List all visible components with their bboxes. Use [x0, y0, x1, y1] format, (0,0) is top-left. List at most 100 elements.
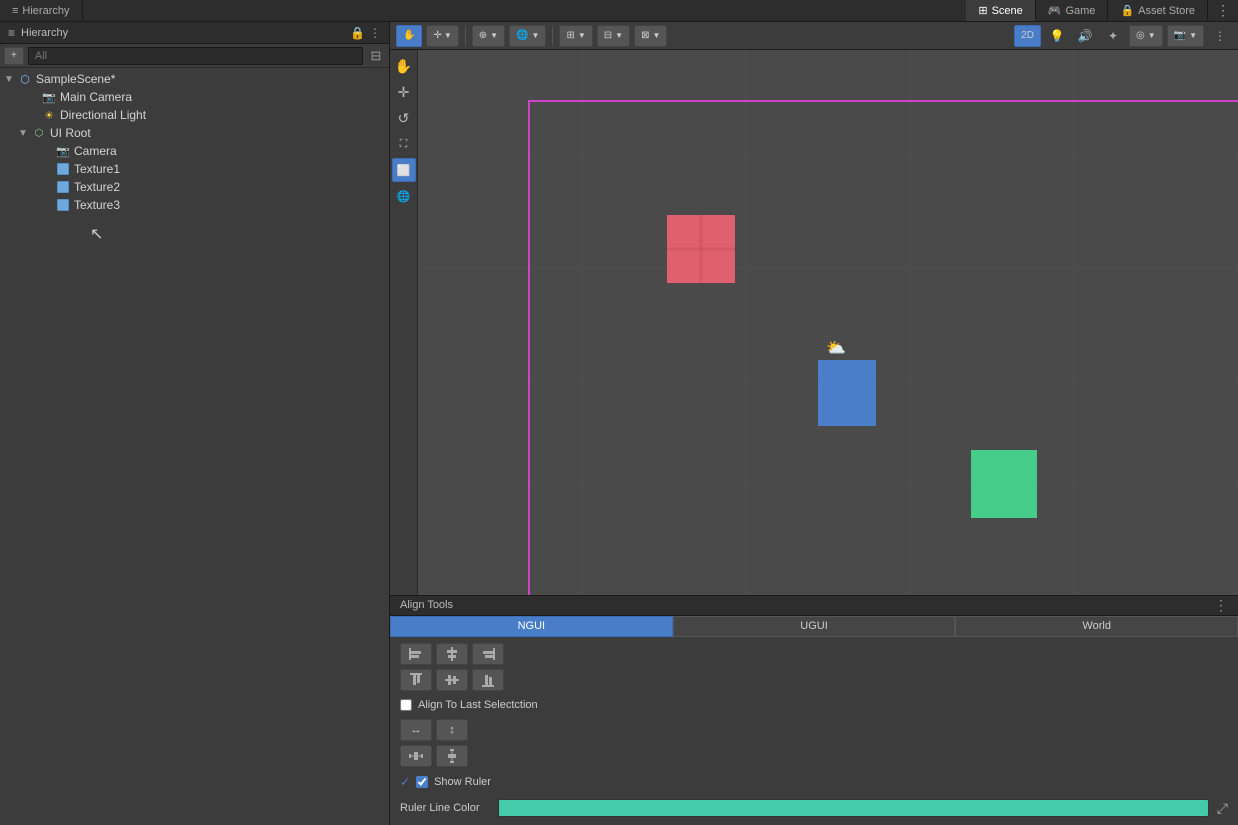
tab-scene[interactable]: ⊞ Scene — [966, 0, 1035, 21]
tab-hierarchy[interactable]: ≡ Hierarchy — [0, 0, 83, 21]
distribute-h-btn[interactable]: ↔ — [400, 719, 432, 741]
tb-btn-light[interactable]: 💡 — [1045, 25, 1069, 47]
spacing-h-btn[interactable] — [400, 745, 432, 767]
light-toggle-icon: 💡 — [1049, 29, 1064, 43]
distribute-row: ↔ ↕ — [400, 719, 1228, 741]
show-ruler-row: ✓ Show Ruler — [400, 771, 1228, 793]
spacing-v-btn[interactable] — [436, 745, 468, 767]
align-center-h-icon — [444, 646, 460, 662]
tree-item-uiroot[interactable]: ▼ ⬡ UI Root — [0, 124, 389, 142]
scene-view[interactable]: ⛅ — [418, 50, 1238, 595]
align-left-btn[interactable] — [400, 643, 432, 665]
tool-hand[interactable]: ✋ — [392, 54, 416, 78]
uiroot-icon: ⬡ — [32, 126, 46, 140]
tb-btn-snap[interactable]: ⊞ ▼ — [559, 25, 592, 47]
tb-btn-hide[interactable]: ◎ ▼ — [1129, 25, 1163, 47]
hide-chevron: ▼ — [1148, 31, 1156, 40]
show-ruler-label: Show Ruler — [434, 776, 491, 788]
scene-grid-icon: ⊞ — [978, 4, 987, 17]
label-camera: Camera — [74, 144, 117, 158]
align-center-v-btn[interactable] — [436, 669, 468, 691]
scene-texture1-box[interactable] — [667, 215, 735, 283]
scene-texture3-box[interactable] — [971, 450, 1037, 518]
tree-item-texture1[interactable]: ▶ Texture1 — [0, 160, 389, 178]
tool-rect[interactable]: ⬜ — [392, 158, 416, 182]
move-handle-icon: ⛅ — [826, 338, 846, 358]
align-tools-menu-icon[interactable]: ⋮ — [1214, 597, 1228, 614]
ruler-color-bar[interactable] — [498, 799, 1209, 817]
tool-move[interactable]: ✛ — [392, 80, 416, 104]
tab-assetstore[interactable]: 🔒 Asset Store — [1108, 0, 1208, 21]
hierarchy-layout-icon[interactable]: ⊟ — [367, 48, 385, 64]
hierarchy-lock-icon[interactable]: 🔒 — [350, 26, 365, 40]
align-tools-title: Align Tools — [400, 599, 1214, 611]
tb-btn-move[interactable]: ✛ ▼ — [426, 25, 458, 47]
hierarchy-icon: ≡ — [12, 5, 18, 17]
tb-btn-pixel[interactable]: ⊠ ▼ — [634, 25, 667, 47]
pixel-chevron: ▼ — [652, 31, 660, 40]
2d-label: 2D — [1021, 30, 1034, 41]
tree-item-maincamera[interactable]: ▶ 📷 Main Camera — [0, 88, 389, 106]
tb-btn-hand[interactable]: ✋ — [396, 25, 422, 47]
tb-btn-audio[interactable]: 🔊 — [1073, 25, 1097, 47]
tree-item-samplescene[interactable]: ▼ ⬡ SampleScene* — [0, 70, 389, 88]
distribute-v-btn[interactable]: ↕ — [436, 719, 468, 741]
fx-icon: ✦ — [1108, 29, 1118, 43]
move-tool-icon: ✛ — [398, 84, 410, 101]
global-icon: 🌐 — [516, 30, 528, 41]
align-to-last-label: Align To Last Selectction — [418, 699, 538, 711]
tb-sep2 — [552, 27, 553, 45]
label-texture2: Texture2 — [74, 180, 120, 194]
tb-btn-pivot[interactable]: ⊕ ▼ — [472, 25, 505, 47]
tool-scale[interactable]: ⛶ — [392, 132, 416, 156]
tree-item-texture2[interactable]: ▶ Texture2 — [0, 178, 389, 196]
tool-global[interactable]: 🌐 — [392, 184, 416, 208]
left-tools: ✋ ✛ ↺ ⛶ ⬜ 🌐 — [390, 50, 418, 595]
distribute-v-icon: ↕ — [449, 724, 455, 736]
hierarchy-more-icon[interactable]: ⋮ — [369, 26, 381, 40]
scene-texture2-box[interactable] — [818, 360, 876, 426]
align-to-last-checkbox[interactable] — [400, 699, 412, 711]
align-bottom-btn[interactable] — [472, 669, 504, 691]
tb-btn-cam[interactable]: 📷 ▼ — [1167, 25, 1204, 47]
tool-rotate[interactable]: ↺ — [392, 106, 416, 130]
cursor-area: ↖ — [0, 214, 389, 254]
tab-game[interactable]: 🎮 Game — [1036, 0, 1109, 21]
tb-btn-global[interactable]: 🌐 ▼ — [509, 25, 546, 47]
tab-ugui[interactable]: UGUI — [673, 616, 956, 637]
align-bottom-icon — [480, 672, 496, 688]
expand-arrow-uiroot: ▼ — [18, 128, 32, 139]
hierarchy-header: ≡ Hierarchy 🔒 ⋮ — [0, 22, 389, 44]
texture3-icon — [56, 198, 70, 212]
tree-item-dirlight[interactable]: ▶ ☀ Directional Light — [0, 106, 389, 124]
expand-arrow-samplescene: ▼ — [4, 74, 18, 85]
tab-world[interactable]: World — [955, 616, 1238, 637]
pivot-icon: ⊕ — [479, 30, 487, 41]
hierarchy-add-button[interactable]: + — [4, 47, 24, 65]
canvas-border — [528, 100, 1238, 595]
hierarchy-header-icons: 🔒 ⋮ — [350, 26, 381, 40]
scene-panel-menu[interactable]: ⋮ — [1208, 2, 1238, 19]
tab-assetstore-label: Asset Store — [1138, 5, 1195, 17]
top-tab-bar: ≡ Hierarchy ⊞ Scene 🎮 Game 🔒 Asset Store… — [0, 0, 1238, 22]
tree-item-texture3[interactable]: ▶ Texture3 — [0, 196, 389, 214]
label-dirlight: Directional Light — [60, 108, 146, 122]
hierarchy-search-input[interactable] — [28, 47, 363, 65]
tb-btn-grid[interactable]: ⊟ ▼ — [597, 25, 630, 47]
global-tool-icon: 🌐 — [397, 190, 411, 203]
align-center-h-btn[interactable] — [436, 643, 468, 665]
show-ruler-checkbox[interactable] — [416, 776, 428, 788]
ruler-color-expand-icon[interactable]: ⤢ — [1217, 800, 1228, 817]
align-top-btn[interactable] — [400, 669, 432, 691]
align-v-row — [400, 669, 1228, 691]
tb-btn-2d[interactable]: 2D — [1014, 25, 1041, 47]
align-left-icon — [408, 646, 424, 662]
tree-item-camera[interactable]: ▶ 📷 Camera — [0, 142, 389, 160]
tb-btn-fx[interactable]: ✦ — [1101, 25, 1125, 47]
checkmark-icon: ✓ — [400, 775, 410, 789]
tab-ngui[interactable]: NGUI — [390, 616, 673, 637]
distribute-h-icon: ↔ — [411, 724, 422, 736]
tab-ngui-label: NGUI — [518, 620, 546, 632]
align-right-btn[interactable] — [472, 643, 504, 665]
tb-btn-more[interactable]: ⋮ — [1208, 25, 1232, 47]
